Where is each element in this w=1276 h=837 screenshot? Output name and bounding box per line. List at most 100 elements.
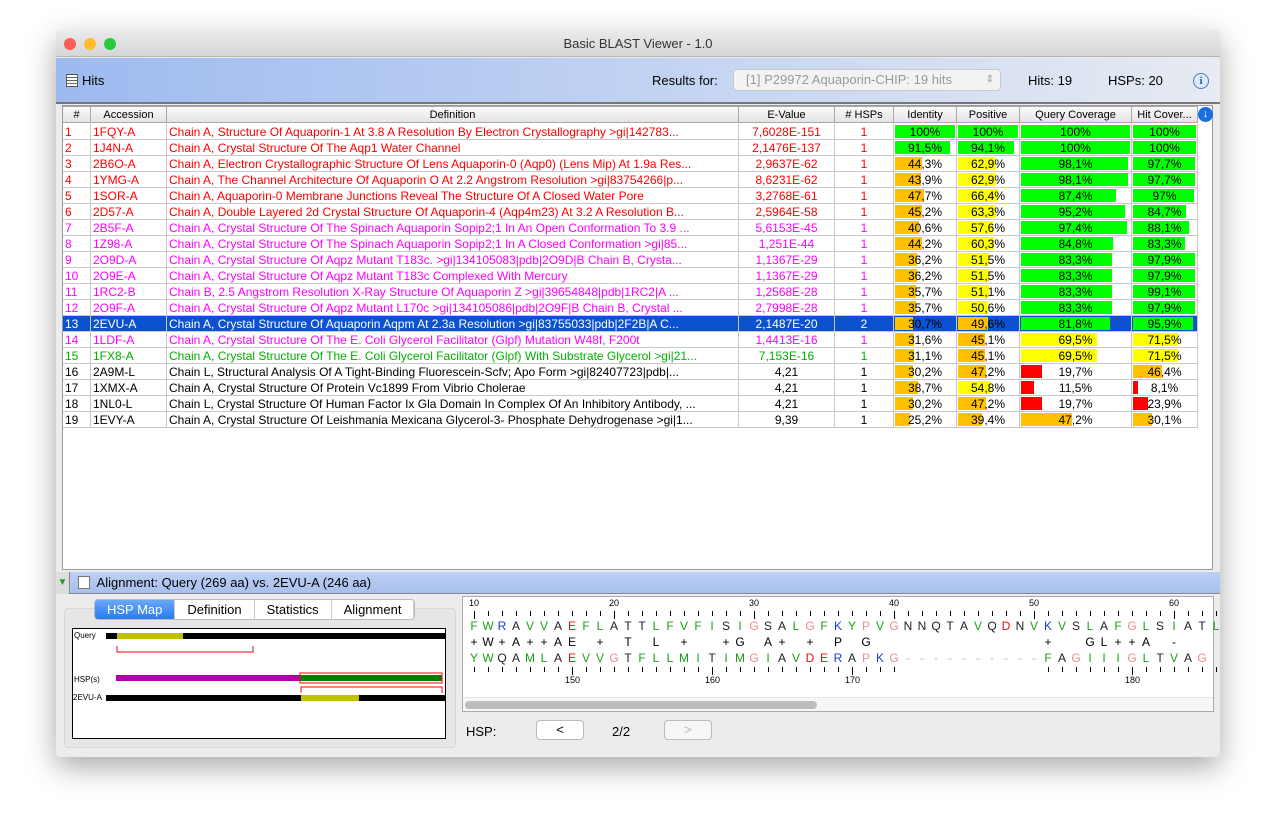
query-sequence-residue: Q [987,619,997,633]
zoom-button[interactable] [104,38,116,50]
definition-cell: Chain A, Crystal Structure Of The E. Col… [167,348,739,364]
subject-ruler-label: 170 [845,675,861,685]
query-range-bracket [116,646,254,653]
query-ruler-tick [782,611,783,616]
subject-ruler-tick [628,667,629,672]
table-row[interactable]: 12 2O9F-A Chain A, Crystal Structure Of Aq… [63,300,1198,316]
minimize-button[interactable] [84,38,96,50]
table-row[interactable]: 3 2B6O-A Chain A, Electron Crystallographi… [63,156,1198,172]
e-value-cell: 5,6153E-45 [739,220,835,236]
subject-sequence-residue: I [1088,651,1092,665]
table-row[interactable]: 7 2B5F-A Chain A, Crystal Structure Of The… [63,220,1198,236]
table-row[interactable]: 6 2D57-A Chain A, Double Layered 2d Crysta… [63,204,1198,220]
tab-statistics[interactable]: Statistics [255,600,332,619]
close-button[interactable] [64,38,76,50]
table-row[interactable]: 17 1XMX-A Chain A, Crystal Structure Of Pr… [63,380,1198,396]
subject-sequence-residue: L [1142,651,1150,665]
collapse-toggle-icon[interactable]: ▼ [56,572,70,594]
table-row[interactable]: 2 1J4N-A Chain A, Crystal Structure Of The… [63,140,1198,156]
query-ruler-tick [838,611,839,616]
tab-definition[interactable]: Definition [175,600,255,619]
identity-cell: 31,1% [894,348,957,364]
match-line-residue: A [1141,635,1150,649]
identity-cell: 45,2% [894,204,957,220]
hit-coverage-cell: 99,1% [1132,284,1198,300]
query-ruler-label: 10 [469,598,480,608]
subject-sequence-residue: I [1102,651,1106,665]
table-row[interactable]: 16 2A9M-L Chain L, Structural Analysis Of … [63,364,1198,380]
subject-ruler-tick [1090,667,1091,672]
accession-cell: 1Z98-A [91,236,167,252]
percent-text: 97,4% [1058,221,1093,235]
table-row[interactable]: 14 1LDF-A Chain A, Crystal Structure Of Th… [63,332,1198,348]
next-hsp-button[interactable]: > [664,720,712,740]
scrollbar-thumb[interactable] [465,701,817,709]
tab-hsp-map[interactable]: HSP Map [95,600,176,619]
percent-text: 97,7% [1147,157,1182,171]
subject-ruler-tick [698,667,699,672]
query-sequence-residue: V [525,619,534,633]
query-ruler-tick [1188,611,1189,616]
table-row[interactable]: 9 2O9D-A Chain A, Crystal Structure Of Aqp… [63,252,1198,268]
table-row[interactable]: 1 1FQY-A Chain A, Structure Of Aquaporin-1… [63,124,1198,140]
percent-text: 43,9% [907,173,943,187]
percent-text: 98,1% [1058,157,1093,171]
column-header[interactable]: Definition [167,106,739,123]
subject-sequence-residue: L [666,651,674,665]
query-ruler-tick [978,611,979,616]
table-row[interactable]: 5 1SOR-A Chain A, Aquaporin-0 Membrane Jun… [63,188,1198,204]
table-row[interactable]: 15 1FX8-A Chain A, Crystal Structure Of Th… [63,348,1198,364]
hit-coverage-cell: 97% [1132,188,1198,204]
query-coverage-cell: 11,5% [1020,380,1132,396]
query-ruler-tick [684,611,685,616]
query-sequence-residue: N [903,619,913,633]
table-row[interactable]: 13 2EVU-A Chain A, Crystal Structure Of Aq… [63,316,1198,332]
subject-ruler-tick [586,667,587,672]
info-icon[interactable]: i [1193,73,1209,89]
table-row[interactable]: 10 2O9E-A Chain A, Crystal Structure Of Aq… [63,268,1198,284]
e-value-cell: 8,6231E-62 [739,172,835,188]
query-sequence-residue: A [1183,619,1192,633]
column-header[interactable]: # HSPs [835,106,894,123]
row-number-cell: 15 [63,348,91,364]
match-line-residue: + [1128,635,1136,649]
prev-hsp-button[interactable]: < [536,720,584,740]
column-chooser-icon[interactable]: ↓ [1198,107,1213,122]
hsp-2-bar[interactable] [300,675,442,681]
percent-text: 97,9% [1147,301,1182,315]
e-value-cell: 2,1487E-20 [739,316,835,332]
table-row[interactable]: 4 1YMG-A Chain A, The Channel Architecture… [63,172,1198,188]
subject-sequence-residue: M [679,651,689,665]
identity-cell: 35,7% [894,284,957,300]
subject-sequence-residue: M [735,651,745,665]
column-header[interactable]: Accession [91,106,167,123]
table-row[interactable]: 11 1RC2-B Chain B, 2.5 Angstrom Resolution… [63,284,1198,300]
column-header[interactable]: E-Value [739,106,835,123]
column-header[interactable]: Query Coverage [1020,106,1132,123]
table-row[interactable]: 18 1NL0-L Chain L, Crystal Structure Of Hu… [63,396,1198,412]
percent-text: 36,2% [907,253,943,267]
query-coverage-cell: 100% [1020,140,1132,156]
list-icon [77,576,90,589]
query-ruler-tick [1132,611,1133,616]
subject-ruler-tick [838,667,839,672]
row-number-cell: 14 [63,332,91,348]
table-row[interactable]: 8 1Z98-A Chain A, Crystal Structure Of The… [63,236,1198,252]
results-select[interactable]: [1] P29972 Aquaporin-CHIP: 19 hits ⇕ [733,69,1001,91]
column-header[interactable]: Identity [894,106,957,123]
definition-cell: Chain L, Crystal Structure Of Human Fact… [167,396,739,412]
tab-alignment[interactable]: Alignment [332,600,415,619]
column-header[interactable]: Hit Cover... [1132,106,1198,123]
table-row[interactable]: 19 1EVY-A Chain A, Crystal Structure Of Le… [63,412,1198,428]
positive-cell: 63,3% [957,204,1020,220]
column-header[interactable]: # [63,106,91,123]
subject-ruler-tick [852,667,853,675]
query-ruler-tick [754,611,755,619]
query-sequence-residue: L [652,619,660,633]
identity-cell: 36,2% [894,268,957,284]
column-header[interactable]: Positive [957,106,1020,123]
definition-cell: Chain A, Crystal Structure Of Leishmania… [167,412,739,428]
accession-cell: 1J4N-A [91,140,167,156]
hsp-1-bar[interactable] [116,675,300,681]
horizontal-scrollbar[interactable] [463,697,1213,711]
